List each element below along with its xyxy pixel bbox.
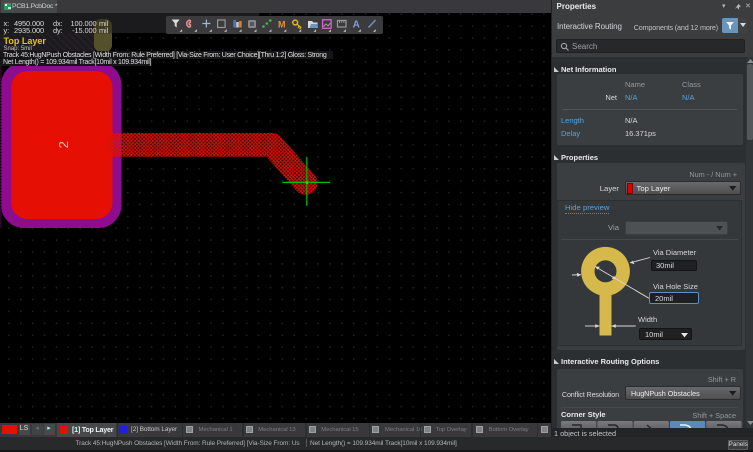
svg-text:A: A	[353, 20, 360, 31]
svg-text:M: M	[278, 19, 286, 29]
svg-text:2: 2	[56, 141, 71, 148]
